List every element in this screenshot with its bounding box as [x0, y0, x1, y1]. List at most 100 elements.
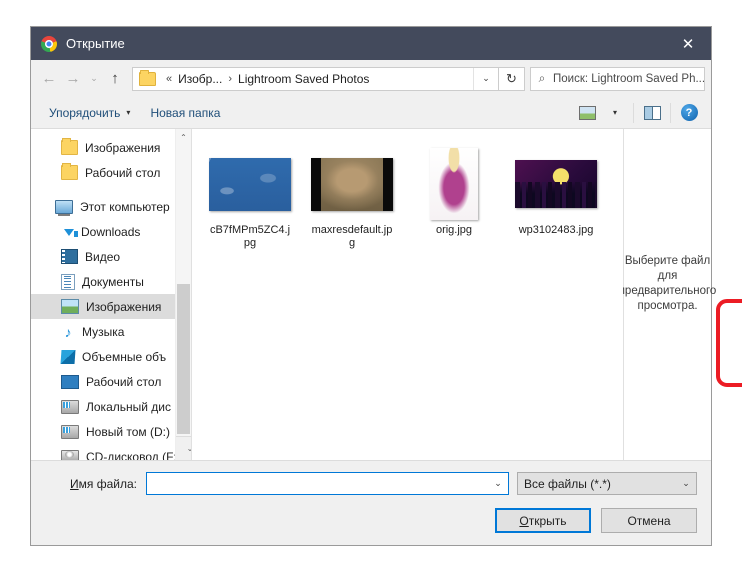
sidebar-item-1[interactable]: Рабочий стол: [31, 160, 191, 185]
sidebar-item-0[interactable]: Изображения: [31, 135, 191, 160]
thumbnail-image: [209, 157, 291, 211]
filename-label-rest: мя файла:: [78, 476, 137, 491]
pictures-icon: [61, 299, 79, 314]
dialog-footer: Имя файла: ⌄ Все файлы (*.*) ⌄ Открыть О…: [31, 460, 711, 545]
preview-pane: Выберите файл для предварительного просм…: [619, 129, 716, 460]
sidebar-item-12[interactable]: CD-дисковод (F:: [31, 444, 191, 460]
filename-label: Имя файла:: [45, 477, 146, 491]
action-buttons: Открыть Отмена: [45, 508, 697, 533]
chevron-down-icon[interactable]: ⌄: [488, 478, 508, 489]
drive-icon: [61, 399, 79, 414]
cd-drive-icon: [61, 449, 79, 460]
up-icon[interactable]: ↑: [103, 66, 127, 92]
3d-objects-icon: [60, 349, 76, 364]
dialog-body: Изображения Рабочий стол Этот компьютер Dow…: [31, 129, 742, 460]
file-thumbnail: [310, 147, 394, 221]
file-thumbnail: [208, 147, 292, 221]
preview-message: Выберите файл для предварительного просм…: [618, 255, 717, 312]
search-icon: ⌕: [538, 71, 546, 85]
highlight-annotation: [716, 299, 742, 387]
sidebar-item-label: Новый том (D:): [86, 424, 170, 439]
folder-icon: [61, 163, 78, 180]
scroll-up-icon[interactable]: ⌃: [176, 129, 191, 145]
sidebar-item-label: Изображения: [85, 140, 161, 155]
sidebar-item-label: Документы: [82, 274, 144, 289]
open-accel: О: [519, 513, 529, 528]
file-name-label: wp3102483.jpg: [518, 224, 594, 236]
downloads-icon: [64, 229, 78, 237]
new-folder-label: Новая папка: [150, 105, 221, 120]
organize-button[interactable]: Упорядочить ▾: [39, 101, 140, 125]
sidebar-item-9[interactable]: Рабочий стол: [31, 369, 191, 394]
file-item[interactable]: orig.jpg: [410, 145, 498, 250]
thumbnail-image: [311, 157, 393, 211]
computer-icon: [55, 199, 73, 216]
sidebar-item-6[interactable]: Изображения: [31, 294, 191, 319]
sidebar-item-label: Этот компьютер: [80, 199, 170, 214]
file-type-value: Все файлы (*.*): [524, 476, 611, 491]
sidebar-item-11[interactable]: Новый том (D:): [31, 419, 191, 444]
sidebar-item-10[interactable]: Локальный дис: [31, 394, 191, 419]
forward-icon[interactable]: →: [61, 66, 85, 92]
chevron-down-icon: ▾: [126, 108, 131, 117]
open-file-dialog: Открытие ✕ ← → ⌄ ↑ « Изобр... › Lightroo…: [30, 26, 742, 546]
documents-icon: [61, 273, 75, 290]
sidebar-item-label: CD-дисковод (F:: [86, 449, 177, 461]
filename-input[interactable]: ⌄: [146, 472, 509, 495]
thumbnail-image: [515, 160, 597, 208]
address-bar[interactable]: « Изобр... › Lightroom Saved Photos ⌄: [132, 66, 499, 91]
sidebar-item-label: Объемные объ: [82, 349, 167, 364]
sidebar-item-7[interactable]: ♪ Музыка: [31, 319, 191, 344]
scroll-down-icon[interactable]: ⌄: [176, 436, 191, 460]
new-folder-button[interactable]: Новая папка: [140, 101, 230, 125]
view-mode-button[interactable]: [573, 101, 601, 125]
preview-pane-icon: [643, 105, 661, 120]
folder-icon: [139, 69, 156, 86]
preview-pane-button[interactable]: [638, 101, 666, 125]
search-box[interactable]: ⌕ Поиск: Lightroom Saved Ph...: [530, 66, 705, 91]
cancel-button[interactable]: Отмена: [601, 508, 697, 533]
back-icon[interactable]: ←: [37, 66, 61, 92]
view-mode-dropdown[interactable]: ▾: [601, 101, 629, 125]
recent-locations-icon[interactable]: ⌄: [85, 66, 103, 92]
file-list-view[interactable]: cB7fMPm5ZC4.jpg maxresdefault.jpg orig.jpg…: [192, 129, 742, 460]
sidebar-list: Изображения Рабочий стол Этот компьютер Dow…: [31, 135, 191, 460]
close-button[interactable]: ✕: [665, 27, 711, 60]
sidebar-item-3[interactable]: Downloads: [31, 219, 191, 244]
chevron-down-icon[interactable]: ⌄: [473, 67, 498, 90]
open-rest: ткрыть: [528, 513, 567, 528]
sidebar-item-2[interactable]: Этот компьютер: [31, 194, 191, 219]
help-button[interactable]: ?: [675, 101, 703, 125]
sidebar-item-4[interactable]: Видео: [31, 244, 191, 269]
search-placeholder: Поиск: Lightroom Saved Ph...: [553, 72, 704, 85]
scrollbar-thumb[interactable]: [177, 284, 190, 434]
file-name-label: orig.jpg: [435, 224, 473, 236]
toolbar-divider: [633, 102, 634, 123]
sidebar-item-label: Рабочий стол: [86, 374, 162, 389]
toolbar-divider: [670, 102, 671, 123]
breadcrumb-current[interactable]: Lightroom Saved Photos: [237, 72, 370, 86]
title-bar: Открытие ✕: [31, 27, 711, 60]
file-item[interactable]: maxresdefault.jpg: [308, 145, 396, 250]
filename-row: Имя файла: ⌄ Все файлы (*.*) ⌄: [45, 472, 697, 495]
chrome-icon: [41, 35, 57, 52]
refresh-icon[interactable]: ↻: [499, 66, 525, 91]
sidebar-item-label: Локальный дис: [86, 399, 171, 414]
sidebar-scrollbar[interactable]: ⌃ ⌄: [175, 129, 191, 460]
screenshot-root: Открытие ✕ ← → ⌄ ↑ « Изобр... › Lightroo…: [0, 0, 742, 573]
music-icon: ♪: [64, 323, 72, 340]
sidebar-item-8[interactable]: Объемные объ: [31, 344, 191, 369]
breadcrumb-overflow[interactable]: «: [161, 73, 177, 85]
file-type-filter[interactable]: Все файлы (*.*) ⌄: [517, 472, 697, 495]
filename-label-accel: И: [70, 476, 79, 491]
file-item[interactable]: wp3102483.jpg: [512, 145, 600, 250]
file-grid: cB7fMPm5ZC4.jpg maxresdefault.jpg orig.jpg…: [206, 145, 623, 250]
window-title: Открытие: [66, 36, 125, 51]
open-button[interactable]: Открыть: [495, 508, 591, 533]
help-icon: ?: [680, 104, 698, 121]
sidebar-item-label: Downloads: [81, 224, 141, 239]
sidebar-item-5[interactable]: Документы: [31, 269, 191, 294]
file-name-label: maxresdefault.jpg: [311, 224, 393, 249]
breadcrumb-parent[interactable]: Изобр...: [177, 72, 223, 86]
file-item[interactable]: cB7fMPm5ZC4.jpg: [206, 145, 294, 250]
